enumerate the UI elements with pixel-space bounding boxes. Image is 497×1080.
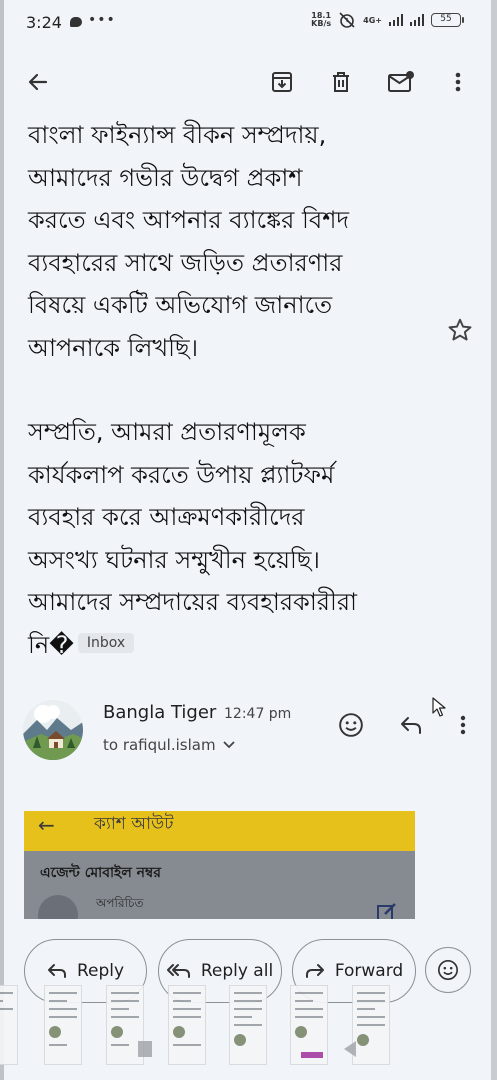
embedded-edit-icon (377, 903, 396, 919)
sender-name: Bangla Tiger (103, 702, 217, 723)
chevron-down-icon (222, 741, 235, 749)
archive-button[interactable] (262, 62, 302, 102)
arrow-back-icon (28, 73, 48, 91)
body-line: ব্যবহারের সাথে জড়িত প্রতারণার (28, 248, 343, 277)
add-reaction-button[interactable] (334, 708, 368, 742)
recipient-text: to rafiqul.islam (103, 736, 216, 754)
more-vert-icon (455, 72, 461, 92)
inbox-label-chip[interactable]: Inbox (77, 632, 135, 653)
embedded-back-arrow-icon: ← (38, 813, 55, 837)
thumbnail[interactable] (229, 985, 267, 1065)
thumbnail[interactable] (168, 985, 206, 1065)
trash-icon (333, 72, 349, 92)
body-line: করতে এবং আপনার ব্যাঙ্কের বিশদ (28, 206, 350, 234)
network-speed: 18.1 KB/s (311, 12, 331, 28)
status-indicators: 18.1 KB/s 4G+ 55 (311, 12, 464, 28)
alarm-off-icon (339, 12, 355, 28)
notification-icons: ••• (70, 12, 116, 28)
embedded-screenshot-image[interactable]: ← ক্যাশ আউট এজেন্ট মোবাইল নম্বর অপরিচিত (24, 811, 415, 919)
more-options-button[interactable] (438, 62, 478, 102)
thumbnail[interactable] (44, 985, 82, 1065)
thumbnail[interactable] (352, 985, 390, 1065)
battery-icon: 55 (431, 13, 464, 27)
email-body: বাংলা ফাইন্যান্স বীকন সম্প্রদায়, আমাদের… (28, 114, 448, 666)
reply-all-icon (166, 964, 190, 978)
email-toolbar (0, 56, 497, 108)
mark-unread-button[interactable] (381, 62, 421, 102)
nav-home-ghost-icon (138, 1041, 152, 1057)
video-thumbnail-strip[interactable] (0, 985, 497, 1065)
emoji-icon (438, 960, 458, 980)
forward-icon (305, 964, 324, 978)
body-line: কার্যকলাপ করতে উপায় প্ল্যাটফর্ম (28, 460, 335, 489)
more-vert-icon (460, 715, 466, 735)
embedded-subtext: অপরিচিত (96, 896, 144, 910)
body-line: আপনাকে লিখছি। (28, 333, 199, 362)
body-line-last: নি� Inbox (28, 624, 448, 667)
forward-label: Forward (334, 961, 404, 981)
thumbnail[interactable] (290, 985, 328, 1065)
archive-icon (272, 72, 292, 92)
nav-back-ghost-icon (344, 1041, 356, 1057)
back-button[interactable] (18, 62, 58, 102)
embedded-header: ← ক্যাশ আউট (24, 811, 415, 851)
recipient-details-toggle[interactable]: to rafiqul.islam (103, 736, 236, 754)
body-line: আমাদের সম্প্রদায়ের ব্যবহারকারীরা (28, 588, 358, 616)
body-line-truncated: নি� (28, 630, 74, 659)
reply-icon (401, 717, 421, 734)
delete-button[interactable] (321, 62, 361, 102)
quick-reply-button[interactable] (394, 708, 428, 742)
window-frame-left (0, 0, 4, 1080)
network-speed-unit: KB/s (311, 19, 332, 28)
star-button[interactable] (444, 314, 476, 346)
body-line: সম্প্রতি, আমরা প্রতারণামূলক (28, 418, 306, 446)
embedded-title: ক্যাশ আউট (94, 814, 174, 834)
chat-notification-icon (70, 16, 82, 27)
emoji-icon (339, 713, 363, 737)
reply-icon (47, 964, 66, 978)
email-time: 12:47 pm (224, 706, 292, 722)
body-line: অসংখ্য ঘটনার সম্মুখীন হয়েছি। (28, 545, 320, 574)
message-more-button[interactable] (450, 708, 476, 742)
thumbnail[interactable] (0, 985, 18, 1065)
sender-avatar[interactable] (23, 700, 83, 760)
mountain-house-avatar-icon (23, 700, 83, 760)
signal-strength-icon (389, 14, 403, 26)
embedded-label: এজেন্ট মোবাইল নম্বর (40, 865, 161, 881)
body-line: আমাদের গভীর উদ্বেগ প্রকাশ (28, 163, 303, 192)
embedded-body: এজেন্ট মোবাইল নম্বর অপরিচিত (24, 851, 415, 919)
status-bar: 3:24 ••• 18.1 KB/s 4G+ 55 (0, 0, 497, 46)
body-line: বাংলা ফাইন্যান্স বীকন সম্প্রদায়, (28, 121, 327, 149)
star-icon (448, 318, 472, 341)
mouse-cursor-icon (432, 697, 446, 717)
reply-label: Reply (76, 961, 125, 981)
body-line: বিষয়ে একটি অভিযোগ জানাতে (28, 291, 333, 319)
more-notifications-icon: ••• (88, 12, 116, 28)
sender-header: Bangla Tiger 12:47 pm to rafiqul.islam (0, 692, 497, 772)
reply-all-label: Reply all (200, 961, 274, 981)
network-type: 4G+ (363, 15, 382, 25)
body-line: ব্যবহার করে আক্রমণকারীদের (28, 503, 305, 531)
signal-strength-2-icon (410, 14, 424, 26)
mail-unread-icon (388, 71, 414, 92)
status-time: 3:24 (26, 13, 62, 32)
window-frame-right (491, 0, 497, 1080)
embedded-avatar-icon (38, 895, 78, 919)
